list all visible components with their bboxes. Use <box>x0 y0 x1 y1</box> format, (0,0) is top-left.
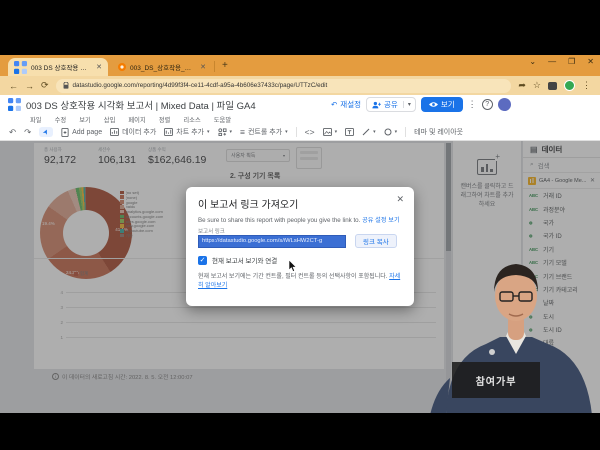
theme-layout-button[interactable]: 테마 및 레이아웃 <box>414 127 463 137</box>
share-page-icon[interactable]: ➦ <box>518 80 526 91</box>
report-link-input[interactable]: https://datastudio.google.com/s/iWLsHW2C… <box>198 235 346 248</box>
text-tool-button[interactable] <box>345 128 354 136</box>
address-bar[interactable]: datastudio.google.com/reporting/4d99f3f4… <box>56 79 512 93</box>
chevron-down-icon: ▾ <box>207 129 210 135</box>
add-chart-button[interactable]: 차트 추가 ▾ <box>164 127 209 137</box>
browser-url-bar: ← → ⟳ datastudio.google.com/reporting/4d… <box>0 76 600 95</box>
checkbox-checked-icon[interactable]: ✓ <box>198 256 207 265</box>
window-minimize-icon[interactable]: — <box>548 57 556 66</box>
letterbox-top <box>0 0 600 55</box>
control-icon: ≡ <box>240 127 245 137</box>
add-page-button[interactable]: Add page <box>61 128 102 137</box>
menu-item[interactable]: 정렬 <box>159 115 171 124</box>
select-tool-button[interactable]: ➤ <box>39 127 53 137</box>
menu-item[interactable]: 보기 <box>79 115 91 124</box>
add-data-button[interactable]: 데이터 추가 <box>110 127 156 137</box>
get-report-link-dialog: 이 보고서 링크 가져오기 ✕ Be sure to share this re… <box>186 187 414 306</box>
text-box-icon <box>345 128 354 136</box>
menu-bar: 파일 수정 보기 삽입 페이지 정렬 리소스 도움말 <box>0 114 600 124</box>
tab-title: 003_DS_상호작용_시각화_보... <box>130 62 196 72</box>
menu-item[interactable]: 페이지 <box>128 115 145 124</box>
browser-tab-inactive[interactable]: 003_DS_상호작용_시각화_보... ✕ <box>112 58 212 76</box>
undo-icon: ↶ <box>331 100 337 109</box>
browser-tab-active[interactable]: 003 DS 상호작용 시각화 보고서 ✕ <box>8 58 108 76</box>
dialog-subtitle: Be sure to share this report with people… <box>198 215 403 224</box>
tab-close-icon[interactable]: ✕ <box>96 63 102 71</box>
window-chevron-icon[interactable]: ⌄ <box>529 57 536 66</box>
shape-tool-button[interactable]: ▾ <box>384 128 398 136</box>
help-icon[interactable]: ? <box>482 99 493 110</box>
add-control-labeled-button[interactable]: ≡ 컨트롤 추가 ▾ <box>240 127 288 137</box>
person-add-icon <box>372 101 381 109</box>
add-control-icon <box>218 128 227 136</box>
menu-item[interactable]: 파일 <box>30 115 42 124</box>
dialog-title: 이 보고서 링크 가져오기 <box>198 196 298 211</box>
close-icon[interactable]: ✕ <box>396 194 404 205</box>
forward-icon[interactable]: → <box>25 81 34 91</box>
view-button[interactable]: 보기 <box>421 97 463 112</box>
datastudio-favicon <box>14 61 27 74</box>
app-header: 003 DS 상호작용 시각화 보고서 | Mixed Data | 파일 GA… <box>0 95 600 114</box>
line-tool-button[interactable]: ▾ <box>362 128 376 136</box>
datastudio-logo <box>8 98 21 111</box>
new-tab-button[interactable]: + <box>222 60 228 71</box>
toolbar-divider <box>405 127 406 137</box>
reload-icon[interactable]: ⟳ <box>41 80 49 91</box>
user-avatar[interactable] <box>498 98 511 111</box>
chevron-down-icon: ▾ <box>373 129 376 135</box>
header-kebab-icon[interactable]: ⋮ <box>468 99 477 110</box>
share-dropdown-caret[interactable]: ▾ <box>403 101 415 108</box>
redo-button[interactable]: ↷ <box>24 127 31 138</box>
shape-icon <box>384 128 392 136</box>
add-data-icon <box>110 128 119 136</box>
back-icon[interactable]: ← <box>9 81 18 91</box>
link-to-view-checkbox-row[interactable]: ✓ 현재 보고서 보기와 연결 <box>198 255 277 265</box>
image-tool-button[interactable]: ▾ <box>323 128 338 136</box>
window-close-icon[interactable]: ✕ <box>587 57 594 66</box>
bookmark-star-icon[interactable]: ☆ <box>533 80 541 91</box>
chevron-down-icon: ▾ <box>395 129 398 135</box>
undo-button[interactable]: ↶ <box>9 127 16 138</box>
link-row: https://datastudio.google.com/s/iWLsHW2C… <box>198 234 402 248</box>
video-caption: 참여가부 <box>452 362 540 398</box>
embed-button[interactable]: <> <box>305 127 315 137</box>
edit-toolbar: ↶ ↷ ➤ Add page 데이터 추가 차트 추가 ▾ ▾ ≡ <box>0 124 600 141</box>
menu-item[interactable]: 수정 <box>55 115 67 124</box>
browser-profile-avatar[interactable] <box>564 80 575 91</box>
letterbox-bottom <box>0 413 600 450</box>
side-panel-icon[interactable] <box>548 82 557 90</box>
add-page-icon <box>61 128 69 137</box>
cursor-icon: ➤ <box>41 128 51 137</box>
add-chart-icon <box>164 128 173 136</box>
toolbar-divider <box>296 127 297 137</box>
menu-item[interactable]: 삽입 <box>104 115 116 124</box>
screenshot-root: 003 DS 상호작용 시각화 보고서 ✕ 003_DS_상호작용_시각화_보.… <box>0 0 600 450</box>
url-text: datastudio.google.com/reporting/4d99f3f4… <box>73 82 328 89</box>
lapel-mic-icon <box>489 349 495 355</box>
colab-favicon <box>118 63 126 71</box>
menu-item[interactable]: 도움말 <box>214 115 231 124</box>
chevron-down-icon: ▾ <box>335 129 338 135</box>
tab-close-icon[interactable]: ✕ <box>200 63 206 71</box>
image-icon <box>323 128 332 136</box>
eye-icon <box>429 101 438 108</box>
share-button[interactable]: 공유 ▾ <box>366 97 416 112</box>
browser-menu-kebab-icon[interactable]: ⋮ <box>582 80 591 91</box>
copy-link-button[interactable]: 링크 복사 <box>355 234 397 248</box>
chevron-down-icon: ▾ <box>230 129 233 135</box>
line-icon <box>362 128 370 136</box>
dialog-footnote: 현재 보고서 보기에는 기간 컨트롤, 필터 컨트롤 등의 선택사항이 포함됩니… <box>198 273 402 292</box>
sharing-settings-link[interactable]: 공유 설정 보기 <box>362 217 400 224</box>
tab-divider <box>214 61 215 72</box>
mouse-cursor-icon <box>288 260 297 272</box>
tab-title: 003 DS 상호작용 시각화 보고서 <box>31 62 92 72</box>
report-title[interactable]: 003 DS 상호작용 시각화 보고서 | Mixed Data | 파일 GA… <box>26 98 326 112</box>
add-control-button[interactable]: ▾ <box>218 128 233 136</box>
menu-item[interactable]: 리소스 <box>183 115 200 124</box>
window-maximize-icon[interactable]: ❐ <box>568 57 575 66</box>
browser-tab-bar: 003 DS 상호작용 시각화 보고서 ✕ 003_DS_상호작용_시각화_보.… <box>0 55 600 76</box>
reset-button[interactable]: ↶ 재설정 <box>331 99 361 110</box>
lock-icon <box>63 82 69 89</box>
chevron-down-icon: ▾ <box>285 129 288 135</box>
